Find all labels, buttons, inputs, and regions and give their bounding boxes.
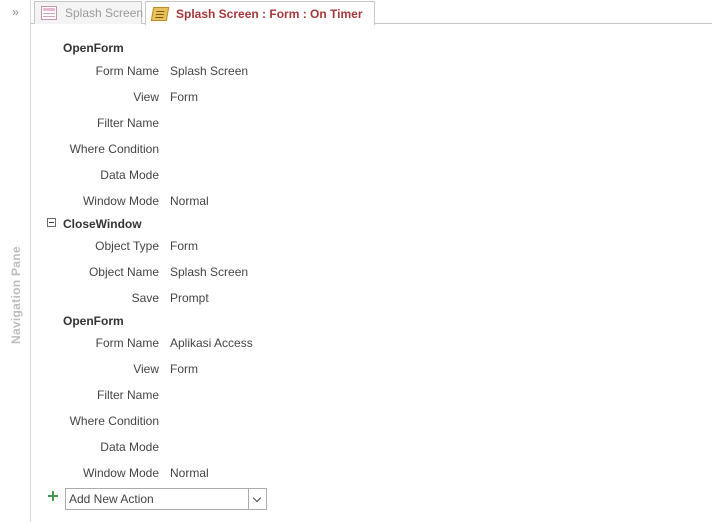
argument-value-view[interactable]: Form	[170, 87, 290, 107]
argument-label: Form Name	[95, 64, 159, 78]
argument-label: Window Mode	[82, 466, 159, 480]
argument-value-window-mode[interactable]: Normal	[170, 191, 290, 211]
argument-label: Where Condition	[69, 414, 159, 428]
argument-label: View	[133, 362, 159, 376]
argument-label: Object Type	[95, 239, 159, 253]
argument-row: Data Mode	[31, 437, 691, 457]
argument-row: Where Condition	[31, 411, 691, 431]
argument-value-form-name[interactable]: Splash Screen	[170, 61, 290, 81]
argument-label: Window Mode	[82, 194, 159, 208]
argument-value-object-name[interactable]: Splash Screen	[170, 262, 290, 282]
tab-splash-screen-on-timer-macro[interactable]: Splash Screen : Form : On Timer	[145, 1, 375, 25]
argument-value-window-mode[interactable]: Normal	[170, 463, 290, 483]
argument-row: Filter Name	[31, 113, 691, 133]
argument-label: Form Name	[95, 336, 159, 350]
argument-value-object-type[interactable]: Form	[170, 236, 290, 256]
argument-row: Window Mode Normal	[31, 191, 691, 211]
argument-row: Form Name Splash Screen	[31, 61, 691, 81]
tab-splash-screen-form[interactable]: Splash Screen	[34, 1, 144, 24]
macro-icon	[150, 6, 170, 21]
argument-label: Where Condition	[69, 142, 159, 156]
action-name[interactable]: OpenForm	[63, 311, 124, 331]
argument-row: Window Mode Normal	[31, 463, 691, 483]
navigation-pane-label[interactable]: Navigation Pane	[8, 244, 24, 344]
action-name[interactable]: OpenForm	[63, 38, 124, 58]
argument-value-data-mode[interactable]	[170, 165, 290, 185]
argument-row: Save Prompt	[31, 288, 691, 308]
macro-action-openform-2[interactable]: OpenForm	[31, 311, 691, 331]
plus-icon	[48, 491, 58, 501]
argument-label: Data Mode	[100, 168, 159, 182]
argument-row: Where Condition	[31, 139, 691, 159]
macro-action-closewindow[interactable]: CloseWindow	[31, 214, 691, 234]
macro-action-openform-1[interactable]: OpenForm	[31, 38, 691, 58]
argument-label: Save	[131, 291, 159, 305]
add-new-action-combobox[interactable]: Add New Action	[65, 488, 267, 510]
argument-value-filter-name[interactable]	[170, 113, 290, 133]
navigation-pane[interactable]: » Navigation Pane	[0, 0, 31, 522]
argument-row: Object Name Splash Screen	[31, 262, 691, 282]
argument-value-view[interactable]: Form	[170, 359, 290, 379]
argument-value-save[interactable]: Prompt	[170, 288, 290, 308]
argument-label: Object Name	[88, 265, 159, 279]
macro-designer[interactable]: OpenForm Form Name Splash Screen View Fo…	[31, 25, 712, 522]
argument-value-where-condition[interactable]	[170, 411, 290, 431]
argument-row: Data Mode	[31, 165, 691, 185]
argument-row: View Form	[31, 87, 691, 107]
tab-label: Splash Screen : Form : On Timer	[176, 6, 363, 21]
argument-row: Object Type Form	[31, 236, 691, 256]
expand-navigation-pane-button[interactable]: »	[0, 3, 31, 21]
argument-row: Form Name Aplikasi Access	[31, 333, 691, 353]
document-tab-strip: Splash Screen Splash Screen : Form : On …	[31, 0, 712, 25]
action-name[interactable]: CloseWindow	[63, 214, 142, 234]
argument-row: Filter Name	[31, 385, 691, 405]
argument-value-filter-name[interactable]	[170, 385, 290, 405]
argument-value-form-name[interactable]: Aplikasi Access	[170, 333, 290, 353]
form-icon	[41, 6, 57, 20]
argument-label: View	[133, 90, 159, 104]
tab-label: Splash Screen	[65, 6, 144, 20]
argument-value-where-condition[interactable]	[170, 139, 290, 159]
argument-row: View Form	[31, 359, 691, 379]
chevron-down-icon[interactable]	[248, 489, 266, 509]
argument-value-data-mode[interactable]	[170, 437, 290, 457]
argument-label: Filter Name	[96, 388, 159, 402]
collapse-icon[interactable]	[47, 218, 56, 227]
add-new-action-label: Add New Action	[69, 492, 154, 506]
argument-label: Filter Name	[96, 116, 159, 130]
argument-label: Data Mode	[100, 440, 159, 454]
